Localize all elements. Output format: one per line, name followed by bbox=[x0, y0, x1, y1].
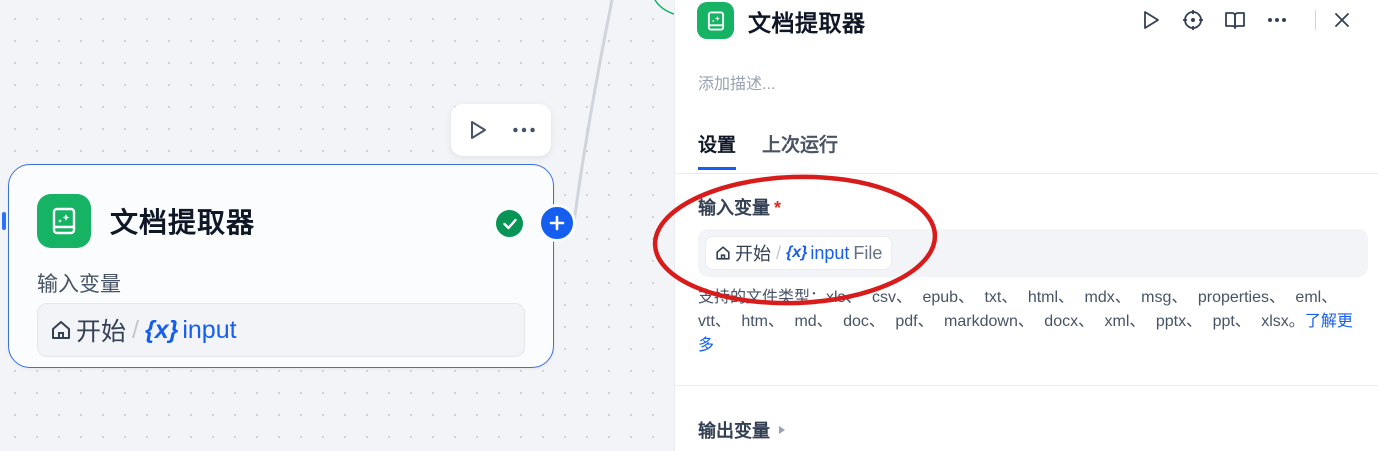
add-node-button[interactable] bbox=[538, 204, 576, 242]
node-title: 文档提取器 bbox=[110, 207, 256, 238]
book-open-icon[interactable] bbox=[1221, 6, 1249, 34]
more-horizontal-icon[interactable] bbox=[512, 118, 536, 142]
node-target-handle[interactable] bbox=[2, 212, 6, 230]
variable-icon: {x} bbox=[144, 315, 179, 344]
document-extractor-icon bbox=[37, 194, 91, 248]
panel-tabs: 设置 上次运行 bbox=[698, 130, 838, 170]
output-variable-header[interactable]: 输出变量 bbox=[698, 417, 786, 443]
actions-divider bbox=[1315, 10, 1316, 30]
section-divider bbox=[675, 385, 1378, 386]
panel-header: 文档提取器 bbox=[697, 2, 866, 39]
variable-source: 开始 bbox=[76, 318, 127, 346]
more-horizontal-icon[interactable] bbox=[1263, 6, 1291, 34]
tab-last-run[interactable]: 上次运行 bbox=[762, 130, 838, 170]
play-icon[interactable] bbox=[466, 118, 490, 142]
variable-separator: / bbox=[132, 315, 139, 344]
check-circle-icon bbox=[496, 210, 523, 237]
caret-right-icon bbox=[778, 425, 786, 435]
description-input[interactable]: 添加描述... bbox=[698, 70, 775, 94]
node-header: 文档提取器 bbox=[37, 194, 255, 248]
node-toolbar bbox=[451, 104, 551, 156]
panel-actions bbox=[1137, 6, 1370, 34]
annotation-ellipse bbox=[652, 174, 938, 306]
document-extractor-node[interactable]: 文档提取器 输入变量 开始 / {x} input bbox=[8, 164, 576, 368]
close-icon[interactable] bbox=[1328, 6, 1356, 34]
plus-icon bbox=[549, 215, 565, 231]
connection-edge bbox=[572, 0, 614, 223]
output-variable-title: 输出变量 bbox=[698, 421, 770, 441]
home-icon bbox=[50, 319, 72, 341]
workflow-canvas[interactable]: 文档提取器 输入变量 开始 / {x} input bbox=[0, 0, 674, 451]
tab-settings[interactable]: 设置 bbox=[698, 130, 737, 170]
node-input-label: 输入变量 bbox=[37, 273, 121, 296]
panel-title[interactable]: 文档提取器 bbox=[748, 4, 866, 38]
document-extractor-icon bbox=[697, 2, 734, 39]
variable-name: input bbox=[182, 315, 237, 344]
play-icon[interactable] bbox=[1137, 6, 1165, 34]
node-input-variable[interactable]: 开始 / {x} input bbox=[37, 303, 525, 357]
next-node-edge bbox=[654, 0, 674, 15]
locate-icon[interactable] bbox=[1179, 6, 1207, 34]
